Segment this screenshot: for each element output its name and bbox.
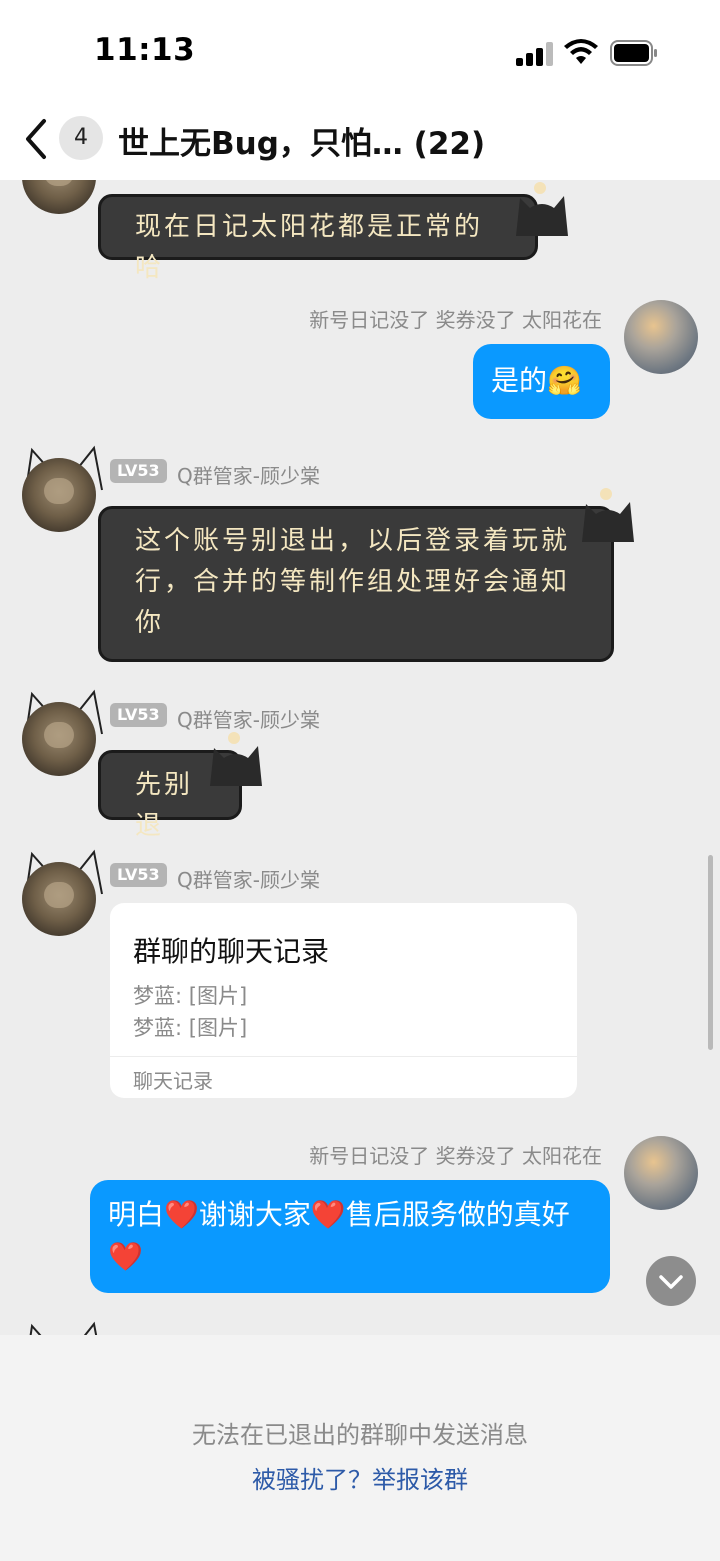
back-icon[interactable] — [22, 118, 50, 160]
message-bubble[interactable]: 是的🤗 — [473, 344, 610, 419]
level-badge: LV53 — [110, 459, 167, 483]
battery-icon — [610, 40, 657, 66]
message-text: 是的🤗 — [491, 364, 582, 397]
avatar[interactable] — [22, 702, 96, 776]
page-title[interactable]: 世上无Bug，只怕… (22) — [118, 118, 485, 163]
card-footer: 聊天记录 — [133, 1069, 213, 1093]
cat-ears-decoration — [582, 488, 634, 542]
chat-record-card[interactable]: 群聊的聊天记录 梦蓝: [图片] 梦蓝: [图片] 聊天记录 — [110, 903, 577, 1098]
wifi-icon — [564, 39, 598, 64]
chevron-down-icon[interactable] — [646, 1256, 696, 1306]
card-title: 群聊的聊天记录 — [133, 935, 330, 968]
level-badge: LV53 — [110, 863, 167, 887]
message-text: 这个账号别退出，以后登录着玩就行，合并的等制作组处理好会通知你 — [135, 526, 571, 638]
sender-name: 新号日记没了 奖券没了 太阳花在 — [309, 308, 602, 332]
divider — [110, 1056, 577, 1057]
status-bar: 11:13 — [0, 0, 720, 100]
sender-name: Q群管家-顾少棠 — [177, 464, 320, 488]
level-badge: LV53 — [110, 703, 167, 727]
chat-area[interactable]: 现在日记太阳花都是正常的哈 新号日记没了 奖券没了 太阳花在 是的🤗 LV53 … — [0, 180, 720, 1335]
status-time: 11:13 — [94, 32, 196, 68]
message-text: 现在日记太阳花都是正常的哈 — [135, 212, 484, 283]
unread-badge[interactable]: 4 — [59, 116, 103, 160]
cat-ears-decoration — [516, 182, 568, 236]
avatar[interactable] — [624, 300, 698, 374]
cat-ears-decoration — [29, 1321, 98, 1335]
scrollbar[interactable] — [708, 855, 713, 1050]
signal-icon — [516, 42, 554, 66]
report-group-link[interactable]: 被骚扰了？举报该群 — [0, 1460, 720, 1495]
cannot-send-message: 无法在已退出的群聊中发送消息 — [192, 1421, 528, 1449]
message-bubble[interactable]: 现在日记太阳花都是正常的哈 — [98, 194, 538, 283]
avatar[interactable] — [22, 180, 96, 214]
sender-name: Q群管家-顾少棠 — [177, 868, 320, 892]
card-line: 梦蓝: [图片] — [133, 984, 248, 1008]
message-bubble[interactable]: 这个账号别退出，以后登录着玩就行，合并的等制作组处理好会通知你 — [98, 506, 614, 662]
message-text: 先别退 — [135, 770, 194, 841]
footer-notice: 无法在已退出的群聊中发送消息 被骚扰了？举报该群 — [0, 1335, 720, 1561]
avatar[interactable] — [22, 862, 96, 936]
card-line: 梦蓝: [图片] — [133, 1016, 248, 1040]
avatar[interactable] — [624, 1136, 698, 1210]
cat-ears-decoration — [210, 732, 262, 786]
message-text: 明白❤️谢谢大家❤️售后服务做的真好❤️ — [108, 1198, 570, 1273]
avatar[interactable] — [22, 458, 96, 532]
message-bubble[interactable]: 明白❤️谢谢大家❤️售后服务做的真好❤️ — [90, 1180, 610, 1293]
sender-name: 新号日记没了 奖券没了 太阳花在 — [309, 1144, 602, 1168]
